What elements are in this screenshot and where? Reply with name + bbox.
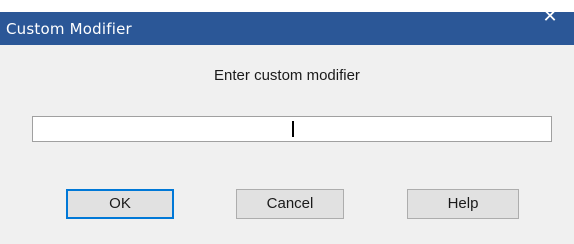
custom-modifier-input[interactable]: [32, 116, 552, 142]
cancel-button[interactable]: Cancel: [236, 189, 344, 219]
ok-button[interactable]: OK: [66, 189, 174, 219]
help-button[interactable]: Help: [407, 189, 519, 219]
title-bar[interactable]: Custom Modifier ✕: [0, 6, 574, 45]
custom-modifier-dialog: Custom Modifier ✕ Enter custom modifier …: [0, 0, 574, 244]
close-icon[interactable]: ✕: [536, 3, 564, 31]
prompt-label: Enter custom modifier: [214, 67, 360, 84]
top-strip: [0, 0, 574, 12]
text-caret: [292, 121, 294, 137]
dialog-title: Custom Modifier: [6, 20, 132, 38]
